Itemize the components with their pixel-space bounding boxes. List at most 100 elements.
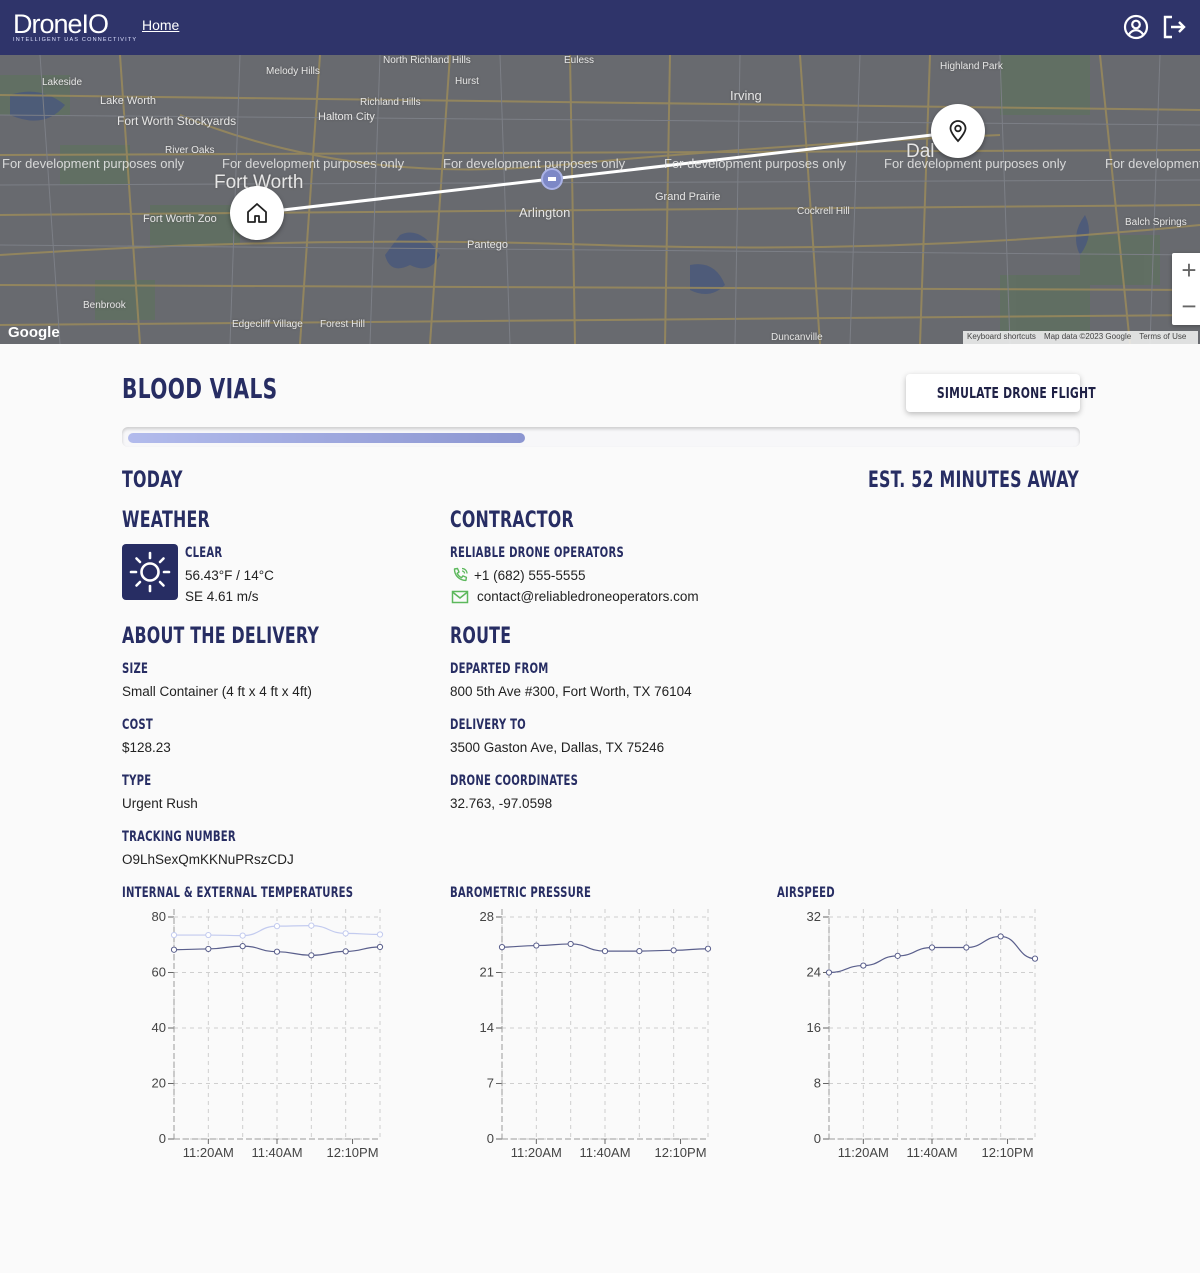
y-tick-label: 14 <box>480 1020 494 1035</box>
map-label-haltom: Haltom City <box>318 111 375 123</box>
logo-tagline: INTELLIGENT UAS CONNECTIVITY <box>13 37 138 43</box>
data-point <box>963 944 970 951</box>
zoom-out-button[interactable]: − <box>1172 289 1200 325</box>
dronelo-logo[interactable]: DroneIO INTELLIGENT UAS CONNECTIVITY <box>13 9 136 45</box>
map-label-highland-park: Highland Park <box>940 61 1003 72</box>
map-label-lake-worth: Lake Worth <box>100 95 157 107</box>
map-label-river-oaks: River Oaks <box>165 145 215 156</box>
data-point <box>567 940 574 948</box>
keyboard-shortcuts-link[interactable]: Keyboard shortcuts <box>967 332 1036 341</box>
home-icon <box>247 203 267 223</box>
map-label-irving: Irving <box>730 88 762 103</box>
map-label-arlington: Arlington <box>519 205 571 220</box>
cost-value: $128.23 <box>122 740 171 755</box>
contractor-phone[interactable]: +1 (682) 555-5555 <box>474 568 585 583</box>
map-label-pantego: Pantego <box>467 239 508 251</box>
delivery-to-label: DELIVERY TO <box>450 717 526 733</box>
data-point <box>601 947 609 955</box>
route-map[interactable]: Fort Worth Dal Arlington Irving Grand Pr… <box>0 55 1200 344</box>
data-point <box>342 930 349 937</box>
map-label-edgecliff: Edgecliff Village <box>232 319 303 330</box>
x-tick-label: 11:20AM <box>511 1145 562 1160</box>
data-point <box>928 944 936 951</box>
data-point <box>498 944 506 951</box>
delivery-to-value: 3500 Gaston Ave, Dallas, TX 75246 <box>450 740 665 755</box>
about-heading: ABOUT THE DELIVERY <box>122 624 320 649</box>
terms-link[interactable]: Terms of Use <box>1139 332 1186 341</box>
pressure-chart-title: BAROMETRIC PRESSURE <box>450 885 592 901</box>
coords-value: 32.763, -97.0598 <box>450 796 553 811</box>
route-heading: ROUTE <box>450 624 512 649</box>
map-label-lakeside: Lakeside <box>42 77 83 88</box>
tracking-value[interactable]: O9LhSexQmKKNuPRszCDJ <box>122 852 294 867</box>
data-point <box>239 943 246 950</box>
data-point <box>205 931 212 939</box>
y-tick-label: 0 <box>487 1131 494 1146</box>
contractor-name: RELIABLE DRONE OPERATORS <box>450 545 624 561</box>
x-tick-label: 11:40AM <box>906 1145 957 1160</box>
map-label-stockyards: Fort Worth Stockyards <box>117 114 237 128</box>
sun-icon <box>129 551 171 593</box>
top-navbar: DroneIO INTELLIGENT UAS CONNECTIVITY Hom… <box>0 0 1200 55</box>
zoom-in-button[interactable]: + <box>1172 253 1200 289</box>
map-tiles <box>0 55 1200 344</box>
temperature-chart: 0 20 40 60 80 11:20AM 11:40AM 12:10PM <box>152 909 384 1160</box>
data-point <box>670 947 677 954</box>
simulate-flight-button[interactable]: SIMULATE DRONE FLIGHT <box>906 374 1096 412</box>
home-link[interactable]: Home <box>142 17 179 33</box>
x-tick-label: 11:40AM <box>579 1145 630 1160</box>
drone-position-marker[interactable] <box>541 168 563 190</box>
map-data-credit: Map data ©2023 Google <box>1043 332 1132 341</box>
coords-label: DRONE COORDINATES <box>450 773 579 789</box>
email-icon <box>451 590 469 604</box>
map-label-euless: Euless <box>564 55 595 66</box>
account-icon[interactable] <box>1123 14 1149 40</box>
dev-watermark: For development purposes only <box>1105 156 1200 171</box>
x-tick-label: 12:10PM <box>655 1145 707 1160</box>
delivery-title: BLOOD VIALS <box>122 372 278 405</box>
y-tick-label: 7 <box>487 1076 494 1091</box>
delivery-progress-bar <box>122 427 1080 447</box>
contractor-heading: CONTRACTOR <box>450 508 574 533</box>
y-tick-label: 24 <box>807 965 821 980</box>
y-tick-label: 28 <box>480 909 494 924</box>
data-point <box>860 962 867 969</box>
contractor-email[interactable]: contact@reliabledroneoperators.com <box>477 589 699 604</box>
temperature-chart-title: INTERNAL & EXTERNAL TEMPERATURES <box>122 885 354 901</box>
destination-marker[interactable] <box>931 104 985 158</box>
tracking-label: TRACKING NUMBER <box>122 829 236 845</box>
airspeed-chart-title: AIRSPEED <box>777 885 835 901</box>
map-label-duncanville: Duncanville <box>771 332 823 343</box>
map-label-north-richland: North Richland Hills <box>383 55 471 66</box>
drone-icon <box>548 177 556 181</box>
data-point <box>636 947 643 955</box>
dev-watermark: For development purposes only <box>222 156 405 171</box>
map-label-benbrook: Benbrook <box>83 300 126 311</box>
y-tick-label: 80 <box>152 909 166 924</box>
size-value: Small Container (4 ft x 4 ft x 4ft) <box>122 684 312 699</box>
map-label-cockrell: Cockrell Hill <box>797 206 850 217</box>
weather-wind: SE 4.61 m/s <box>185 589 259 604</box>
dev-watermark: For development purposes only <box>2 156 185 171</box>
data-point <box>704 945 712 952</box>
weather-temperature: 56.43°F / 14°C <box>185 568 274 583</box>
map-attribution: Keyboard shortcuts Map data ©2023 Google T… <box>963 331 1199 344</box>
map-label-fw-zoo: Fort Worth Zoo <box>143 213 217 225</box>
map-label-forest-hill: Forest Hill <box>320 319 366 330</box>
origin-marker[interactable] <box>230 186 284 240</box>
y-tick-label: 0 <box>159 1131 166 1146</box>
weather-condition: CLEAR <box>185 545 223 561</box>
y-tick-label: 60 <box>152 965 166 980</box>
data-point <box>273 948 281 955</box>
data-point <box>376 931 384 938</box>
weather-heading: WEATHER <box>122 508 210 533</box>
y-tick-label: 8 <box>814 1076 821 1091</box>
progress-fill <box>128 433 526 443</box>
google-logo[interactable]: Google <box>8 324 60 341</box>
eta-label: EST. 52 MINUTES AWAY <box>868 468 1079 493</box>
x-tick-label: 11:40AM <box>251 1145 302 1160</box>
data-point <box>825 969 833 976</box>
logout-icon[interactable] <box>1161 14 1187 40</box>
data-point <box>239 932 246 939</box>
type-value: Urgent Rush <box>122 796 198 811</box>
